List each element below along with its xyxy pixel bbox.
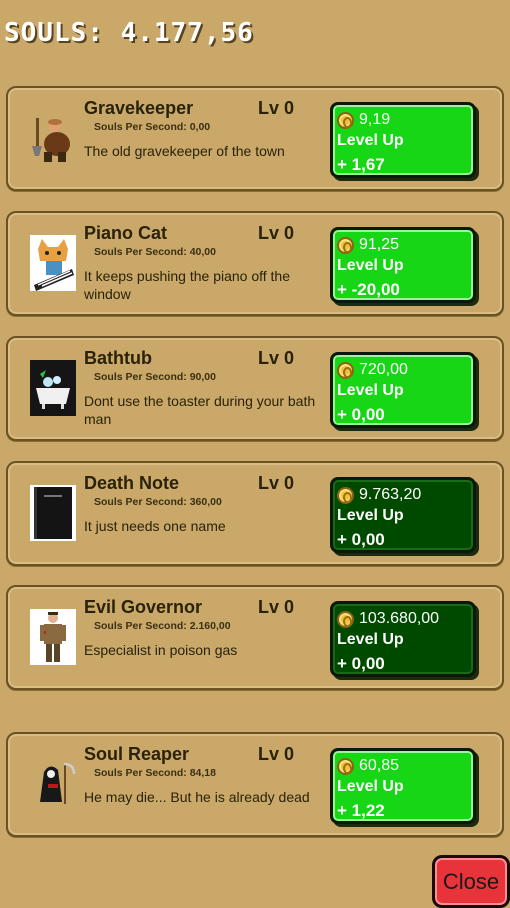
item-description: It keeps pushing the piano off the windo… bbox=[84, 268, 291, 302]
upgrade-card-death-note: Death Note Lv 0 Souls Per Second: 360,00… bbox=[6, 461, 504, 566]
item-name: Bathtub bbox=[84, 348, 152, 368]
level-up-button-evil-governor[interactable]: 103.680,00 Level Up + 0,00 bbox=[330, 601, 476, 677]
item-level: Lv 0 bbox=[258, 473, 295, 493]
item-souls-per-second: Souls Per Second: 40,00 bbox=[94, 246, 216, 258]
coin-icon bbox=[337, 361, 354, 379]
coin-icon bbox=[337, 486, 354, 504]
gravekeeper-icon bbox=[30, 110, 76, 166]
level-up-button-gravekeeper[interactable]: 9,19 Level Up + 1,67 bbox=[330, 102, 476, 178]
item-name: Evil Governor bbox=[84, 597, 203, 617]
item-price: 60,85 bbox=[359, 757, 400, 774]
level-up-label: Level Up bbox=[337, 257, 404, 274]
level-up-button-bathtub[interactable]: 720,00 Level Up + 0,00 bbox=[330, 352, 476, 428]
upgrade-card-piano-cat: Piano Cat Lv 0 Souls Per Second: 40,00 I… bbox=[6, 211, 504, 316]
item-souls-per-second: Souls Per Second: 84,18 bbox=[94, 767, 216, 779]
item-gain: + 0,00 bbox=[337, 405, 385, 424]
level-up-button-death-note[interactable]: 9.763,20 Level Up + 0,00 bbox=[330, 477, 476, 553]
piano-cat-icon bbox=[30, 235, 76, 291]
item-souls-per-second: Souls Per Second: 360,00 bbox=[94, 496, 222, 508]
item-description: The old gravekeeper of the town bbox=[84, 143, 285, 159]
level-up-button-piano-cat[interactable]: 91,25 Level Up + -20,00 bbox=[330, 227, 476, 303]
item-gain: + 0,00 bbox=[337, 654, 385, 673]
level-up-label: Level Up bbox=[337, 507, 404, 524]
item-price: 103.680,00 bbox=[359, 610, 440, 627]
item-price: 720,00 bbox=[359, 361, 408, 378]
item-name: Piano Cat bbox=[84, 223, 168, 243]
coin-icon bbox=[337, 111, 354, 129]
upgrade-card-soul-reaper: Soul Reaper Lv 0 Souls Per Second: 84,18… bbox=[6, 732, 504, 837]
item-level: Lv 0 bbox=[258, 223, 295, 243]
item-price: 9,19 bbox=[359, 111, 391, 128]
item-gain: + 1,22 bbox=[337, 801, 385, 820]
upgrade-card-gravekeeper: Gravekeeper Lv 0 Souls Per Second: 0,00 … bbox=[6, 86, 504, 191]
item-price: 91,25 bbox=[359, 236, 400, 253]
level-up-label: Level Up bbox=[337, 132, 404, 149]
item-gain: + 0,00 bbox=[337, 530, 385, 549]
upgrade-card-bathtub: Bathtub Lv 0 Souls Per Second: 90,00 Don… bbox=[6, 336, 504, 441]
item-name: Death Note bbox=[84, 473, 180, 493]
coin-icon bbox=[337, 610, 354, 628]
item-name: Gravekeeper bbox=[84, 98, 194, 118]
coin-icon bbox=[337, 757, 354, 775]
item-souls-per-second: Souls Per Second: 2.160,00 bbox=[94, 620, 231, 632]
close-button[interactable]: Close bbox=[432, 855, 510, 908]
item-description: It just needs one name bbox=[84, 518, 226, 534]
item-souls-per-second: Souls Per Second: 0,00 bbox=[94, 121, 211, 133]
souls-counter: SOULS: 4.177,56 bbox=[4, 18, 254, 48]
item-level: Lv 0 bbox=[258, 744, 295, 764]
soul-reaper-icon bbox=[30, 756, 76, 812]
item-price: 9.763,20 bbox=[359, 486, 422, 503]
item-level: Lv 0 bbox=[258, 98, 295, 118]
level-up-label: Level Up bbox=[337, 778, 404, 795]
evil-governor-icon bbox=[30, 609, 76, 665]
level-up-label: Level Up bbox=[337, 631, 404, 648]
level-up-button-soul-reaper[interactable]: 60,85 Level Up + 1,22 bbox=[330, 748, 476, 824]
item-description: Especialist in poison gas bbox=[84, 642, 238, 658]
upgrade-card-evil-governor: Evil Governor Lv 0 Souls Per Second: 2.1… bbox=[6, 585, 504, 690]
item-gain: + -20,00 bbox=[337, 280, 400, 299]
item-gain: + 1,67 bbox=[337, 155, 385, 174]
item-level: Lv 0 bbox=[258, 597, 295, 617]
item-name: Soul Reaper bbox=[84, 744, 190, 764]
level-up-label: Level Up bbox=[337, 382, 404, 399]
coin-icon bbox=[337, 236, 354, 254]
death-note-icon bbox=[30, 485, 76, 541]
bathtub-icon bbox=[30, 360, 76, 416]
item-level: Lv 0 bbox=[258, 348, 295, 368]
item-description: He may die... But he is already dead bbox=[84, 789, 310, 805]
item-description: Dont use the toaster during your bath ma… bbox=[84, 393, 316, 427]
item-souls-per-second: Souls Per Second: 90,00 bbox=[94, 371, 216, 383]
